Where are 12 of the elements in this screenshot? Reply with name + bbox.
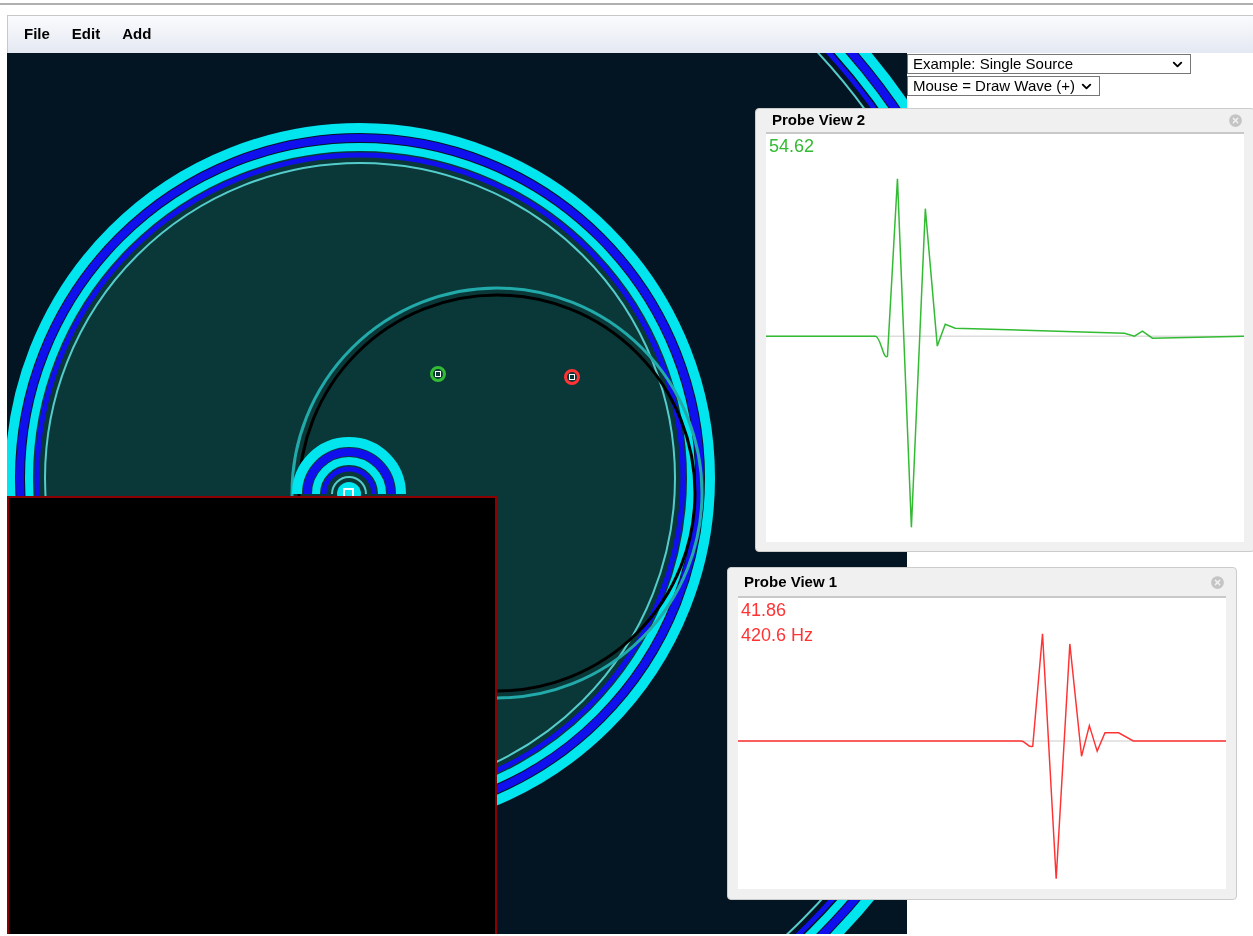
select-dropdown[interactable]: Example: Single Source bbox=[907, 54, 1191, 74]
probe-marker[interactable] bbox=[430, 366, 446, 382]
menu-item[interactable]: Edit bbox=[71, 23, 101, 46]
window-title: Probe View 1 bbox=[744, 571, 838, 592]
probe-reading: 41.86 bbox=[741, 599, 788, 622]
probe-reading: 54.62 bbox=[769, 134, 815, 158]
select-dropdown[interactable]: Mouse = Draw Wave (+) bbox=[907, 76, 1100, 96]
menu-item[interactable]: File bbox=[24, 23, 50, 46]
probe-reading: 420.6 Hz bbox=[741, 624, 814, 647]
menu-item[interactable]: Add bbox=[122, 23, 152, 46]
probe-marker[interactable] bbox=[564, 369, 580, 385]
window-title: Probe View 2 bbox=[772, 110, 866, 130]
